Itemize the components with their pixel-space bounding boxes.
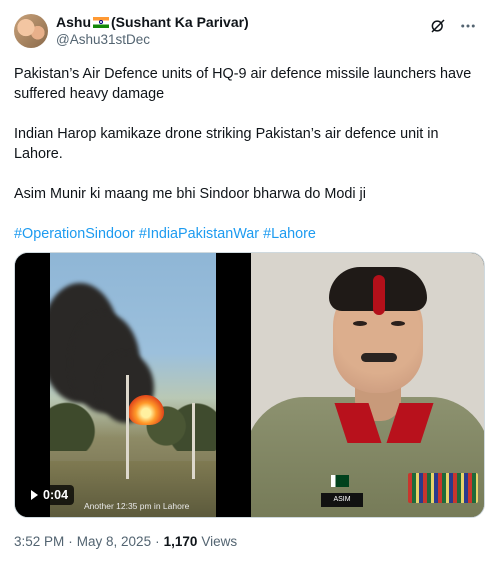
meta-separator: · (68, 534, 73, 549)
sindoor-mark (373, 275, 385, 315)
video-duration-badge[interactable]: 0:04 (25, 485, 75, 505)
user-handle[interactable]: @Ashu31stDec (56, 32, 249, 48)
hashtag-india-pakistan-war[interactable]: #IndiaPakistanWar (139, 226, 259, 242)
avatar[interactable] (14, 14, 48, 48)
india-flag-icon (93, 16, 109, 28)
explosion (128, 395, 164, 425)
tweet-time[interactable]: 3:52 PM (14, 534, 64, 549)
tweet-paragraph-3: Asim Munir ki maang me bhi Sindoor bharw… (14, 186, 366, 202)
views-count: 1,170 (163, 534, 198, 549)
hashtag-operation-sindoor[interactable]: #OperationSindoor (14, 226, 135, 242)
tweet-date[interactable]: May 8, 2025 (77, 534, 151, 549)
display-name-suffix[interactable]: (Sushant Ka Parivar) (111, 14, 249, 30)
meta-separator: · (155, 534, 160, 549)
tweet-header: Ashu (Sushant Ka Parivar) @Ashu31stDec (14, 14, 478, 54)
photo-nametag: ASIM (321, 493, 363, 507)
tweet-paragraph-2: Indian Harop kamikaze drone striking Pak… (14, 126, 439, 162)
medal-ribbons (408, 473, 478, 503)
video-thumbnail[interactable]: Another 12:35 pm in Lahore (50, 253, 216, 517)
photo[interactable]: ASIM (251, 253, 484, 517)
header-actions (428, 14, 478, 36)
pakistan-flag-icon (331, 475, 349, 487)
tweet-meta: 3:52 PM · May 8, 2025 · 1,170 Views (14, 534, 237, 549)
hashtag-lahore[interactable]: #Lahore (263, 226, 316, 242)
video-duration: 0:04 (43, 488, 69, 502)
more-options-icon[interactable] (458, 16, 478, 36)
video-watermark: Another 12:35 pm in Lahore (84, 501, 190, 511)
grok-icon[interactable] (428, 16, 448, 36)
tweet-card: Ashu (Sushant Ka Parivar) @Ashu31stDec P… (0, 0, 492, 562)
tweet-paragraph-1: Pakistan’s Air Defence units of HQ-9 air… (14, 66, 472, 102)
tweet-text: Pakistan’s Air Defence units of HQ-9 air… (14, 64, 478, 244)
display-name-prefix[interactable]: Ashu (56, 14, 91, 30)
display-name[interactable]: Ashu (Sushant Ka Parivar) (56, 14, 249, 30)
views-label: Views (201, 534, 238, 549)
media-grid: Another 12:35 pm in Lahore 0:04 ASIM (14, 252, 485, 518)
hashtags: #OperationSindoor #IndiaPakistanWar #Lah… (14, 224, 478, 244)
video-player[interactable]: Another 12:35 pm in Lahore 0:04 (15, 253, 249, 517)
user-info: Ashu (Sushant Ka Parivar) @Ashu31stDec (56, 14, 249, 48)
play-icon (31, 490, 38, 500)
